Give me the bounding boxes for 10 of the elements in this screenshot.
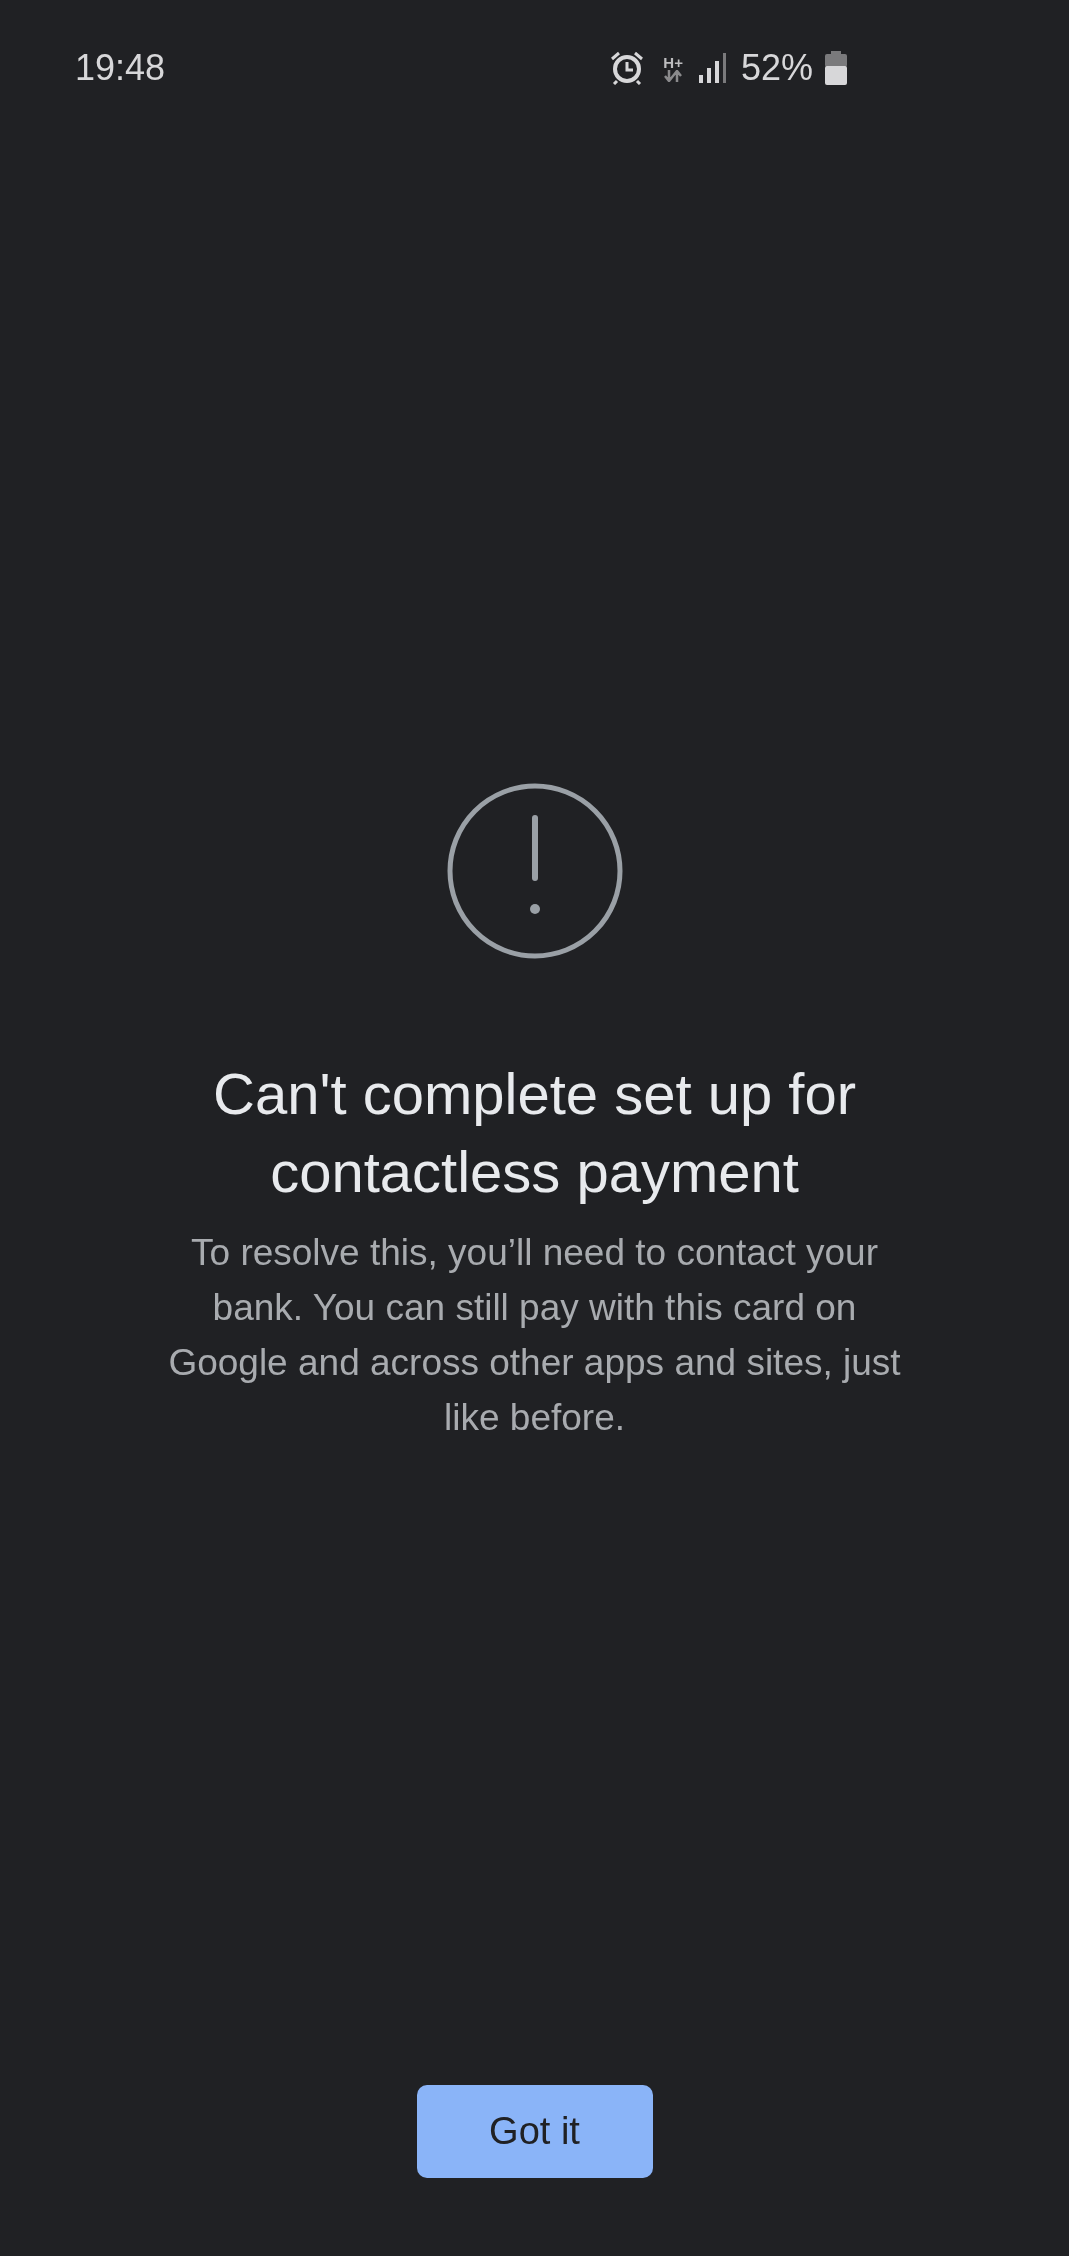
error-message: To resolve this, you’ll need to contact your bank. You can still pay with this card on Google and across other apps and sites, just like before.: [167, 1231, 902, 1440]
battery-percentage: 52%: [740, 47, 813, 89]
warning-icon: [446, 783, 623, 959]
got-it-button[interactable]: Got it: [416, 2085, 653, 2178]
battery-icon: [825, 51, 847, 85]
error-title: Can't complete set up for contactless payment: [212, 1060, 857, 1206]
signal-icon: [698, 53, 727, 83]
clock-time: 19:48: [75, 47, 167, 89]
alarm-icon: [609, 51, 646, 85]
network-type-indicator: H+: [663, 54, 683, 82]
